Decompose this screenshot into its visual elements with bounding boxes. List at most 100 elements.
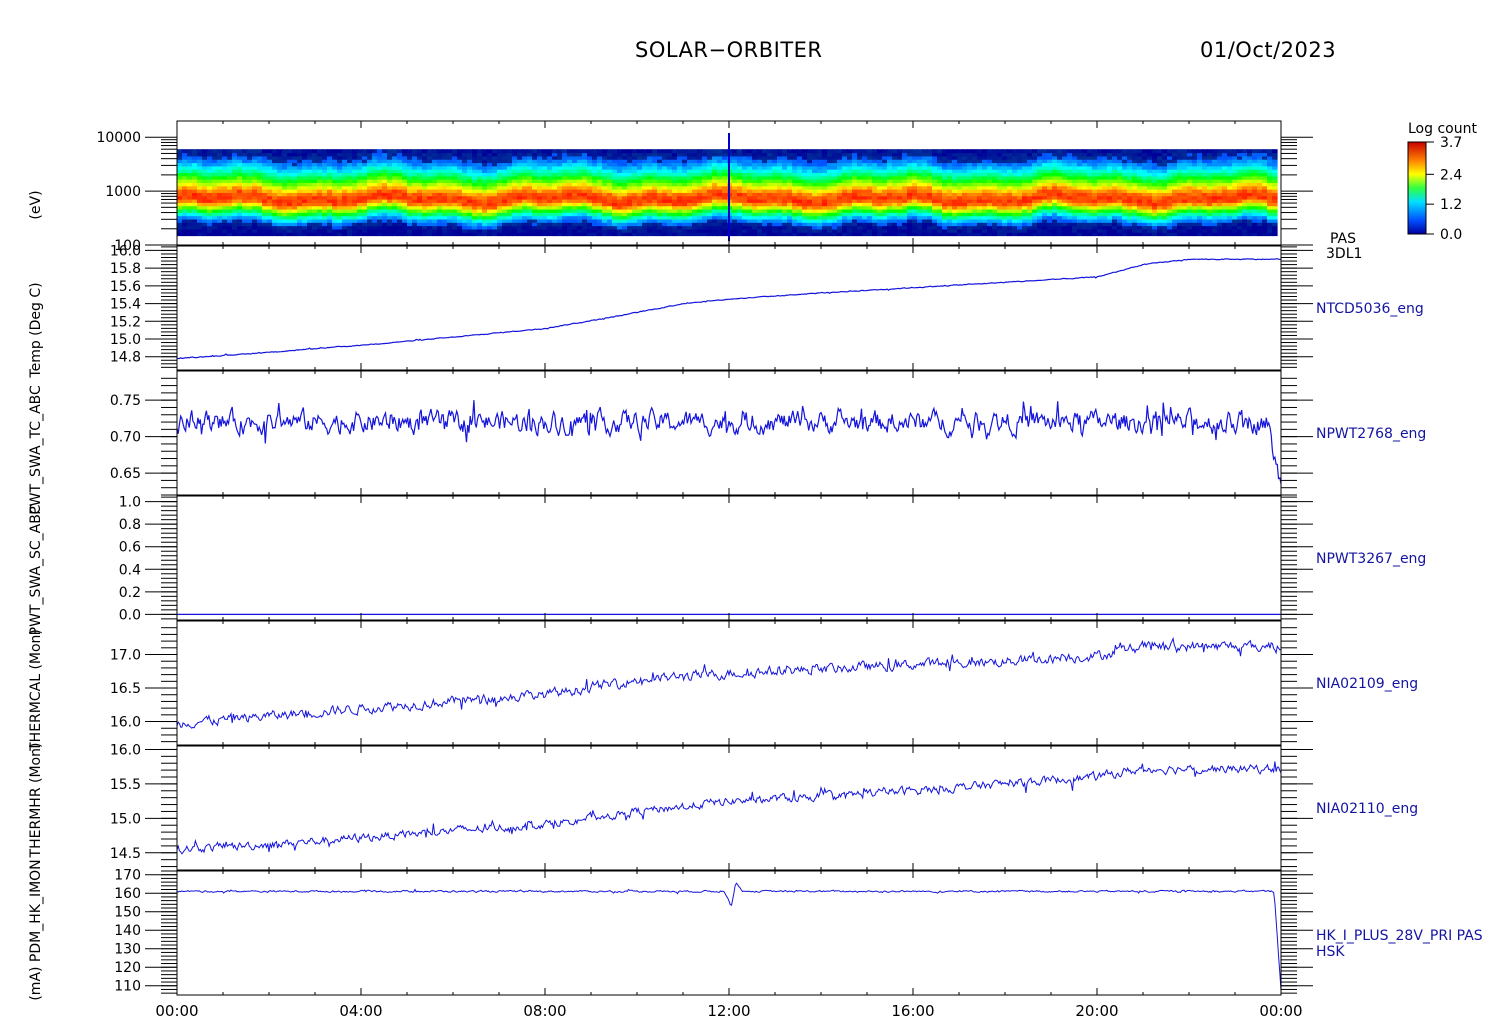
spectrogram-cell	[502, 149, 508, 154]
spectrogram-cell	[322, 149, 328, 154]
spectrogram-cell	[572, 149, 578, 154]
spectrogram-cell	[1037, 149, 1043, 154]
spectrogram-cell	[302, 149, 308, 154]
spectrogram-cell	[587, 149, 593, 154]
spectrogram-cell	[717, 149, 723, 154]
spectrogram-cell	[672, 149, 678, 154]
spectrogram-cell	[937, 149, 943, 154]
spectrogram-cell	[207, 149, 213, 154]
spectrogram-cell	[802, 149, 808, 154]
spectrogram-cell	[1097, 149, 1103, 154]
spectrogram-cell	[1022, 149, 1028, 154]
spectrogram-cell	[922, 149, 928, 154]
spectrogram-cell	[597, 149, 603, 154]
spectrogram-cell	[657, 149, 663, 154]
spectrogram-cell	[642, 149, 648, 154]
spectrogram-cell	[692, 149, 698, 154]
spectrogram-cell	[332, 149, 338, 154]
spectrogram-cell	[317, 149, 323, 154]
spectrogram-cell	[1077, 149, 1083, 154]
spectrogram-cell	[722, 149, 728, 154]
spectrogram-cell	[1122, 149, 1128, 154]
spectrogram-cell	[682, 149, 688, 154]
spectrogram-cell	[652, 149, 658, 154]
spectrogram-cell	[792, 149, 798, 154]
spectrogram-cell	[442, 149, 448, 154]
spectrogram-cell	[662, 149, 668, 154]
spectrogram-cell	[872, 149, 878, 154]
spectrogram-cell	[847, 149, 853, 154]
spectrogram-cell	[577, 149, 583, 154]
spectrogram-cell	[187, 149, 193, 154]
spectrogram-cell	[1117, 149, 1123, 154]
spectrogram-cell	[392, 149, 398, 154]
spectrogram-cell	[857, 149, 863, 154]
spectrogram-cell	[817, 149, 823, 154]
spectrogram-cell	[417, 149, 423, 154]
spectrogram-cell	[452, 149, 458, 154]
spectrogram-cell	[1017, 149, 1023, 154]
spectrogram-cell	[527, 149, 533, 154]
spectrogram-cell	[427, 149, 433, 154]
spectrogram-cell	[772, 149, 778, 154]
spectrogram-cell	[397, 149, 403, 154]
spectrogram-layer	[177, 133, 1278, 241]
spectrogram-cell	[1062, 149, 1068, 154]
spectrogram-cell	[797, 149, 803, 154]
spectrogram-cell	[342, 149, 348, 154]
spectrogram-cell	[582, 149, 588, 154]
spectrogram-cell	[982, 149, 988, 154]
spectrogram-cell	[257, 149, 263, 154]
spectrogram-cell	[787, 149, 793, 154]
spectrogram-cell	[752, 149, 758, 154]
spectrogram-cell	[262, 149, 268, 154]
spectrogram-cell	[927, 149, 933, 154]
spectrogram-cell	[217, 149, 223, 154]
spectrogram-cell	[387, 149, 393, 154]
spectrogram-cell	[757, 149, 763, 154]
spectrogram-cell	[602, 149, 608, 154]
spectrogram-cell	[877, 149, 883, 154]
spectrogram-cell	[552, 149, 558, 154]
spectrogram-cell	[737, 149, 743, 154]
spectrogram-cell	[252, 149, 258, 154]
spectrogram-cell	[277, 149, 283, 154]
spectrogram-cell	[762, 149, 768, 154]
spectrogram-cell	[287, 149, 293, 154]
spectrogram-cell	[1002, 149, 1008, 154]
spectrogram-cell	[837, 149, 843, 154]
spectrogram-cell	[1092, 149, 1098, 154]
spectrogram-cell	[327, 149, 333, 154]
spectrogram-cell	[997, 149, 1003, 154]
spectrogram-cell	[487, 149, 493, 154]
spectrogram-cell	[697, 149, 703, 154]
spectrogram-cell	[732, 149, 738, 154]
spectrogram-cell	[1112, 149, 1118, 154]
spectrogram-cell	[352, 149, 358, 154]
spectrogram-cell	[1047, 149, 1053, 154]
spectrogram-cell	[1032, 149, 1038, 154]
spectrogram-cell	[312, 149, 318, 154]
spectrogram-cell	[1042, 149, 1048, 154]
spectrogram-cell	[1072, 149, 1078, 154]
spectrogram-cell	[902, 149, 908, 154]
spectrogram-cell	[742, 149, 748, 154]
spectrogram-cell	[687, 149, 693, 154]
spectrogram-cell	[862, 149, 868, 154]
spectrogram-cell	[232, 149, 238, 154]
spectrogram-cell	[907, 149, 913, 154]
spectrogram-cell	[807, 149, 813, 154]
spectrogram-cell	[292, 149, 298, 154]
spectrogram-cell	[412, 149, 418, 154]
spectrogram-cell	[887, 149, 893, 154]
spectrogram-cell	[712, 149, 718, 154]
spectrogram-cell	[512, 149, 518, 154]
spectrogram-cell	[1087, 149, 1093, 154]
spectrogram-cell	[542, 149, 548, 154]
spectrogram-cell	[182, 149, 188, 154]
spectrogram-cell	[337, 149, 343, 154]
spectrogram-cell	[952, 149, 958, 154]
spectrogram-cell	[612, 149, 618, 154]
spectrogram-cell	[432, 149, 438, 154]
spectrogram-cell	[307, 149, 313, 154]
